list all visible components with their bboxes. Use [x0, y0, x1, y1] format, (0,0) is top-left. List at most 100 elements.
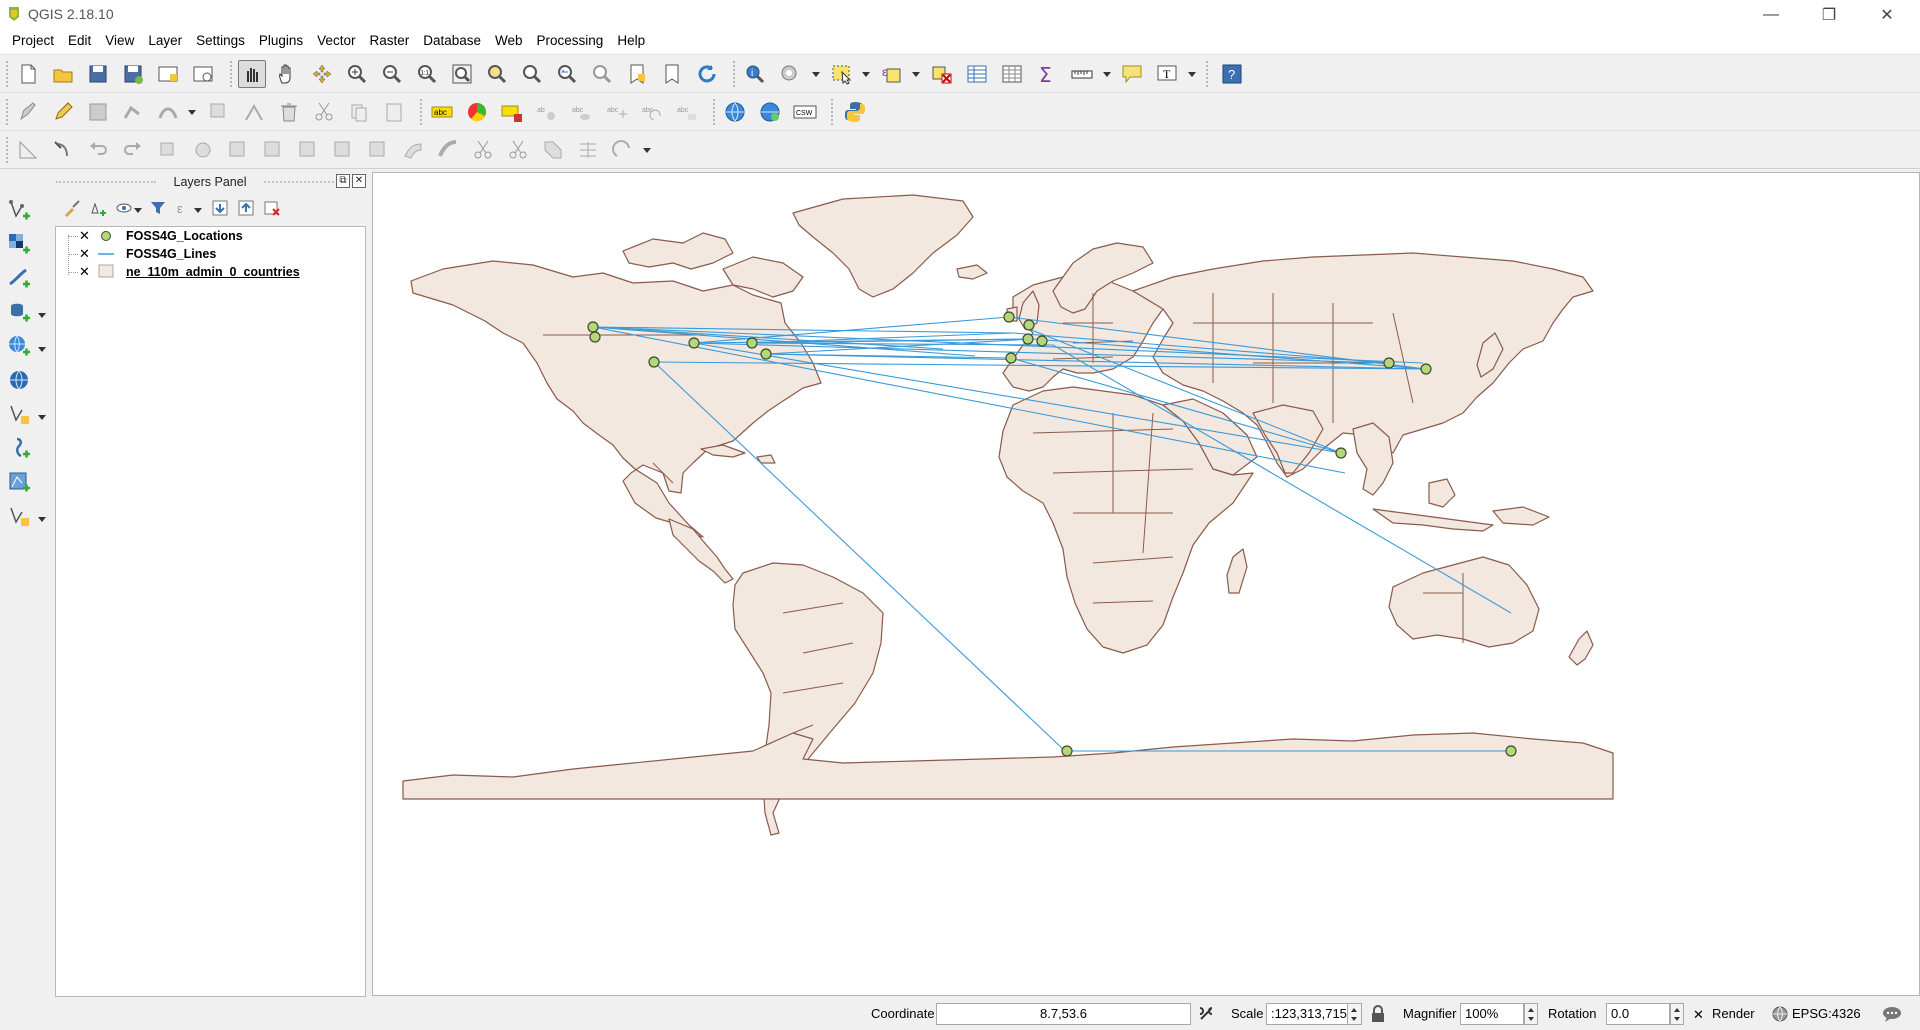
- crs-globe-icon[interactable]: [1770, 1004, 1790, 1024]
- cut-features-icon[interactable]: [310, 98, 338, 126]
- enable-tracing-icon[interactable]: [49, 136, 77, 164]
- toolbar-grip[interactable]: [831, 99, 835, 125]
- toolbar-grip[interactable]: [230, 61, 234, 87]
- add-ring-icon[interactable]: [224, 136, 252, 164]
- expression-filter-dropdown-arrow[interactable]: [194, 208, 202, 213]
- fill-ring-icon[interactable]: [294, 136, 322, 164]
- location-point[interactable]: [688, 337, 700, 349]
- toolbar-grip[interactable]: [6, 137, 10, 163]
- pin-labels-icon[interactable]: ab: [533, 98, 561, 126]
- map-tips-icon[interactable]: [1118, 60, 1146, 88]
- delete-selected-icon[interactable]: [275, 98, 303, 126]
- render-checkbox[interactable]: ✕: [1692, 1008, 1705, 1021]
- change-label-icon[interactable]: abc: [673, 98, 701, 126]
- location-point[interactable]: [1061, 745, 1073, 757]
- location-point[interactable]: [589, 331, 601, 343]
- deselect-features-icon[interactable]: [928, 60, 956, 88]
- layer-visibility-checkbox[interactable]: ✕: [78, 247, 91, 260]
- location-point[interactable]: [1005, 352, 1017, 364]
- location-point[interactable]: [1505, 745, 1517, 757]
- select-dropdown-arrow[interactable]: [862, 72, 870, 77]
- menu-raster[interactable]: Raster: [362, 29, 416, 53]
- layer-visibility-checkbox[interactable]: ✕: [78, 229, 91, 242]
- undo-icon[interactable]: [84, 136, 112, 164]
- move-label-icon[interactable]: abc: [603, 98, 631, 126]
- annotation-dropdown-arrow[interactable]: [1188, 72, 1196, 77]
- cad-tools-icon[interactable]: [14, 136, 42, 164]
- magnifier-spinner[interactable]: [1524, 1003, 1538, 1025]
- redo-icon[interactable]: [119, 136, 147, 164]
- new-print-composer-icon[interactable]: [154, 60, 182, 88]
- maximize-button[interactable]: ❐: [1800, 0, 1858, 29]
- select-features-icon[interactable]: [828, 60, 856, 88]
- rotation-spinner[interactable]: [1670, 1003, 1684, 1025]
- add-part-icon[interactable]: [259, 136, 287, 164]
- reshape-features-icon[interactable]: [399, 136, 427, 164]
- split-parts-icon[interactable]: [504, 136, 532, 164]
- location-point[interactable]: [587, 321, 599, 333]
- composer-manager-icon[interactable]: [189, 60, 217, 88]
- location-point[interactable]: [648, 356, 660, 368]
- menu-edit[interactable]: Edit: [61, 29, 98, 53]
- menu-database[interactable]: Database: [416, 29, 488, 53]
- menu-vector[interactable]: Vector: [310, 29, 362, 53]
- wms-dropdown-arrow[interactable]: [38, 347, 46, 352]
- rotate-dropdown-arrow[interactable]: [643, 148, 651, 153]
- toggle-extents-icon[interactable]: [1196, 1004, 1216, 1024]
- measure-dropdown-arrow[interactable]: [1103, 72, 1111, 77]
- select-by-expression-icon[interactable]: ε: [878, 60, 906, 88]
- layer-visibility-checkbox[interactable]: ✕: [78, 265, 91, 278]
- metasearch-icon[interactable]: [721, 98, 749, 126]
- zoom-out-icon[interactable]: [378, 60, 406, 88]
- layer-labeling-icon[interactable]: abc: [428, 98, 456, 126]
- add-wms-layer-icon[interactable]: [6, 332, 32, 360]
- location-point[interactable]: [1022, 333, 1034, 345]
- add-group-icon[interactable]: [88, 199, 108, 217]
- merge-attributes-icon[interactable]: [574, 136, 602, 164]
- layer-name[interactable]: FOSS4G_Locations: [126, 229, 243, 243]
- location-point[interactable]: [1036, 335, 1048, 347]
- layer-name[interactable]: ne_110m_admin_0_countries: [126, 265, 300, 279]
- paste-features-icon[interactable]: [380, 98, 408, 126]
- toolbar-grip[interactable]: [713, 99, 717, 125]
- location-point[interactable]: [1383, 357, 1395, 369]
- scale-field[interactable]: :123,313,715: [1266, 1003, 1348, 1025]
- field-calculator-icon[interactable]: [998, 60, 1026, 88]
- highlight-pinned-labels-icon[interactable]: [498, 98, 526, 126]
- layer-row-countries[interactable]: ✕ ne_110m_admin_0_countries: [56, 263, 356, 281]
- python-console-icon[interactable]: [841, 98, 869, 126]
- help-contents-icon[interactable]: ?: [1218, 60, 1246, 88]
- simplify-feature-icon[interactable]: [189, 136, 217, 164]
- menu-project[interactable]: Project: [5, 29, 61, 53]
- show-bookmarks-icon[interactable]: [658, 60, 686, 88]
- attribute-table-icon[interactable]: [963, 60, 991, 88]
- collapse-all-icon[interactable]: [236, 199, 256, 217]
- expression-dropdown-arrow[interactable]: [912, 72, 920, 77]
- zoom-in-icon[interactable]: [343, 60, 371, 88]
- filter-by-expression-icon[interactable]: ε: [174, 199, 194, 217]
- crs-label[interactable]: EPSG:4326: [1792, 1006, 1861, 1021]
- menu-view[interactable]: View: [98, 29, 141, 53]
- visibility-dropdown-arrow[interactable]: [134, 208, 142, 213]
- toolbar-grip[interactable]: [6, 99, 10, 125]
- node-tool-icon[interactable]: [240, 98, 268, 126]
- add-vector-layer-icon[interactable]: [6, 196, 32, 224]
- new-layer-dropdown-arrow[interactable]: [38, 415, 46, 420]
- location-point[interactable]: [746, 337, 758, 349]
- toggle-editing-icon[interactable]: [49, 98, 77, 126]
- move-feature-icon[interactable]: [205, 98, 233, 126]
- scale-dropdown-button[interactable]: [1348, 1003, 1362, 1025]
- menu-web[interactable]: Web: [488, 29, 530, 53]
- zoom-next-icon[interactable]: [588, 60, 616, 88]
- geonetwork-icon[interactable]: [756, 98, 784, 126]
- map-canvas[interactable]: [372, 172, 1920, 996]
- merge-selected-icon[interactable]: [539, 136, 567, 164]
- undock-panel-button[interactable]: ⧉: [336, 174, 350, 188]
- refresh-icon[interactable]: [693, 60, 721, 88]
- minimize-button[interactable]: —: [1742, 0, 1800, 29]
- postgis-dropdown-arrow[interactable]: [38, 313, 46, 318]
- expand-all-icon[interactable]: [210, 199, 230, 217]
- save-as-icon[interactable]: [119, 60, 147, 88]
- zoom-to-selection-icon[interactable]: [483, 60, 511, 88]
- toolbar-grip[interactable]: [1206, 61, 1210, 87]
